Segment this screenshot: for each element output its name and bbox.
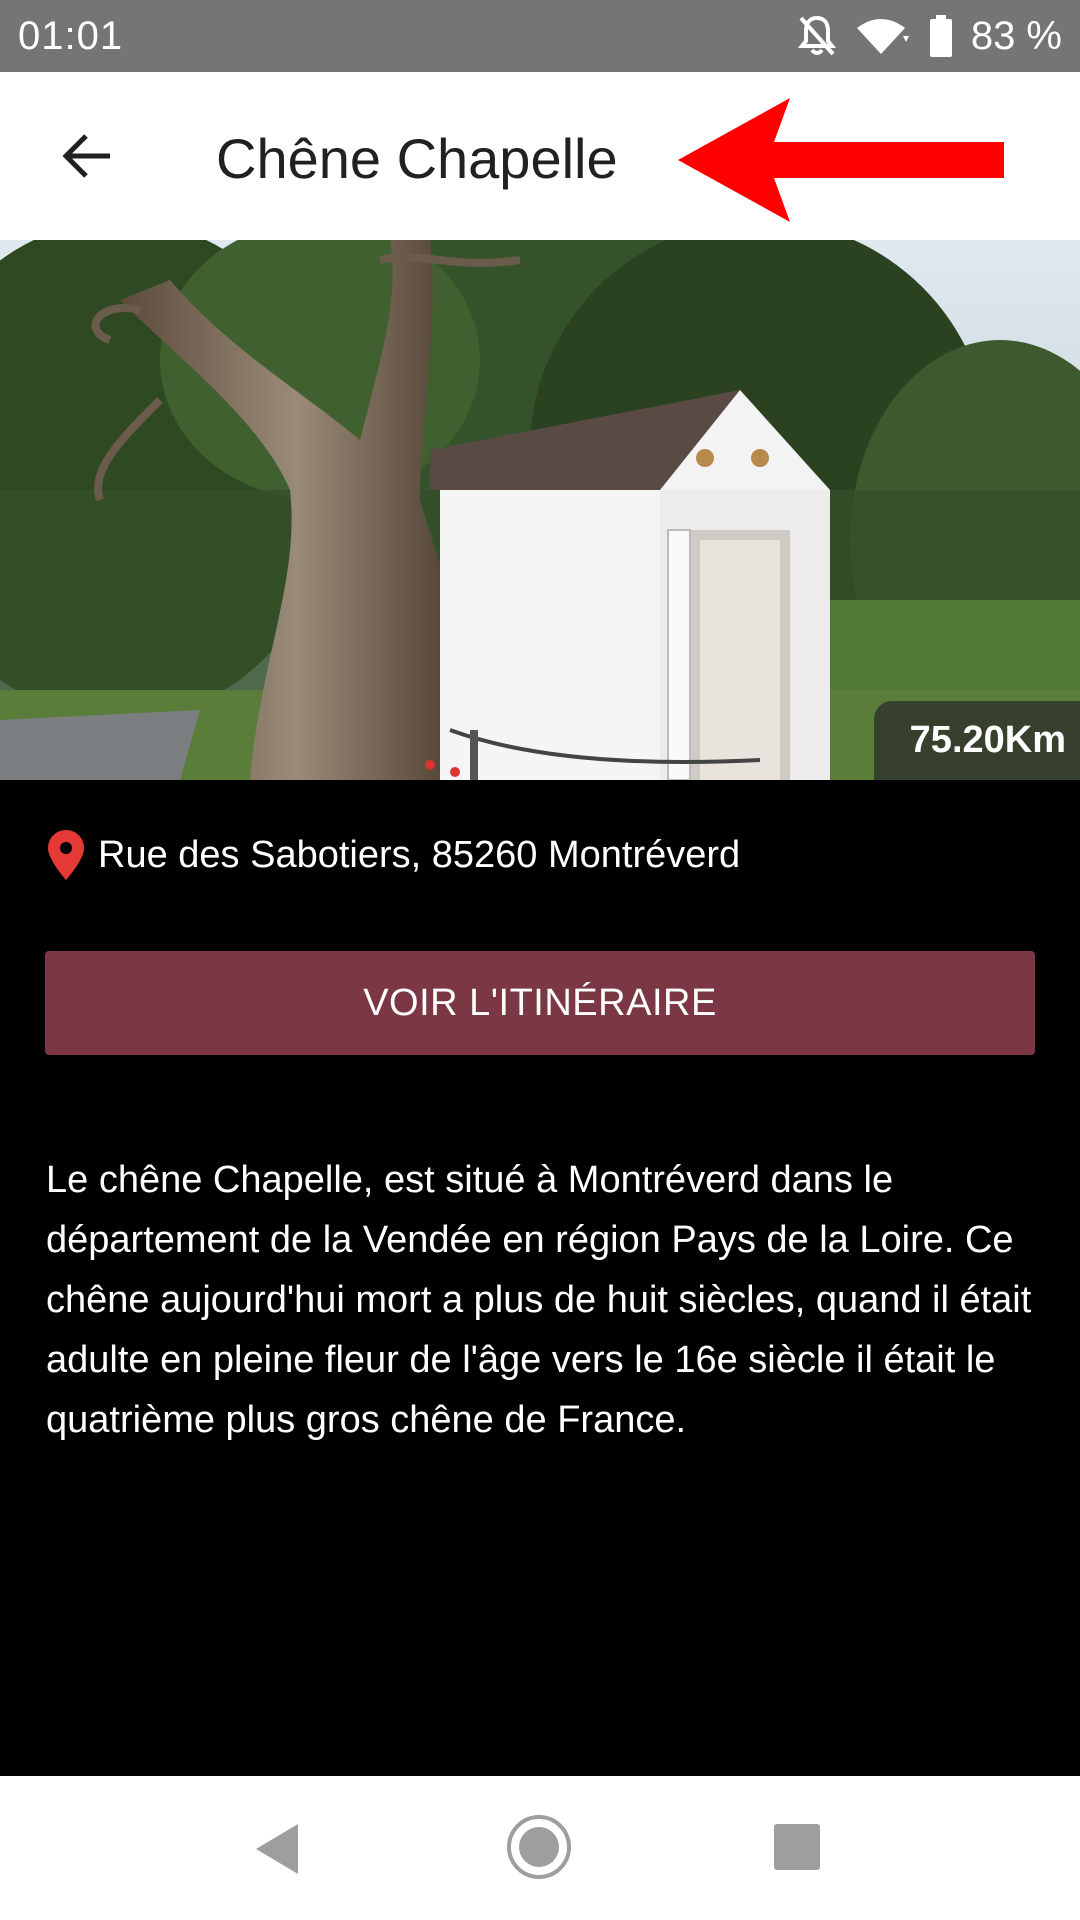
nav-recents-icon[interactable] [774,1824,820,1870]
address-text: Rue des Sabotiers, 85260 Montréverd [98,833,741,876]
screen: 01:01 83 % Chêne Chapelle 75.20Km Rue de… [0,0,1080,1920]
back-button[interactable] [38,108,134,204]
battery-icon [929,15,953,57]
distance-badge: 75.20Km [873,701,1080,780]
notifications-off-icon [797,14,837,58]
app-bar: Chêne Chapelle [0,72,1080,240]
chapel-oak-photo [0,240,1080,780]
system-nav-bar [0,1776,1080,1920]
page-title: Chêne Chapelle [216,127,618,190]
description-text: Le chêne Chapelle, est situé à Montréver… [46,1159,1032,1441]
battery-percent: 83 % [970,13,1062,58]
hero-image: 75.20Km [0,240,1080,780]
red-arrow-icon [678,98,1004,222]
status-bar: 01:01 83 % [0,0,1080,72]
address-row: Rue des Sabotiers, 85260 Montréverd [48,830,740,880]
wifi-icon [855,16,911,56]
nav-back-icon[interactable] [256,1824,300,1874]
location-pin-icon [48,830,84,880]
arrow-back-icon [62,134,110,178]
view-route-button[interactable]: VOIR L'ITINÉRAIRE [45,951,1035,1055]
status-icons: 83 % [797,14,1062,59]
status-time: 01:01 [18,13,124,58]
nav-home-icon[interactable] [506,1814,572,1880]
